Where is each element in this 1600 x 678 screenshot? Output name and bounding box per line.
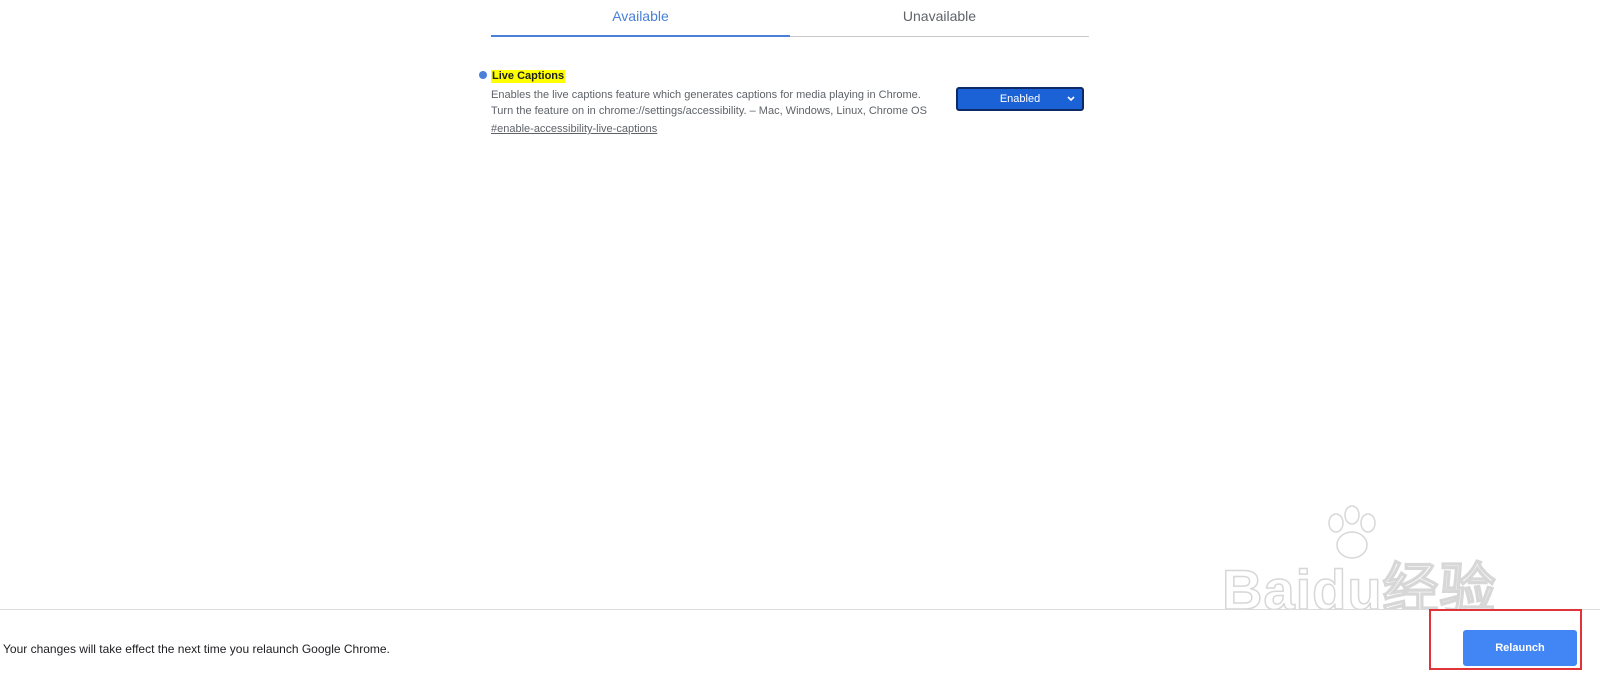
tab-bar: Available Unavailable [491,0,1089,37]
modified-indicator-dot [479,71,487,79]
tab-unavailable[interactable]: Unavailable [790,0,1089,36]
experiment-state-select[interactable]: Enabled [956,87,1084,111]
relaunch-message: Your changes will take effect the next t… [3,642,390,656]
tab-available[interactable]: Available [491,0,790,37]
experiment-live-captions: Live Captions Enables the live captions … [479,66,1089,138]
experiment-state-value: Enabled [999,93,1041,105]
experiment-description: Enables the live captions feature which … [491,89,927,117]
experiment-title: Live Captions [491,70,566,83]
paw-logo-icon [1328,505,1376,559]
relaunch-button[interactable]: Relaunch [1463,630,1577,666]
flags-page: Available Unavailable Live Captions Enab… [0,0,1600,678]
experiment-link[interactable]: #enable-accessibility-live-captions [491,120,657,138]
chevron-down-icon [1067,96,1075,102]
relaunch-bar: Your changes will take effect the next t… [0,609,1600,678]
